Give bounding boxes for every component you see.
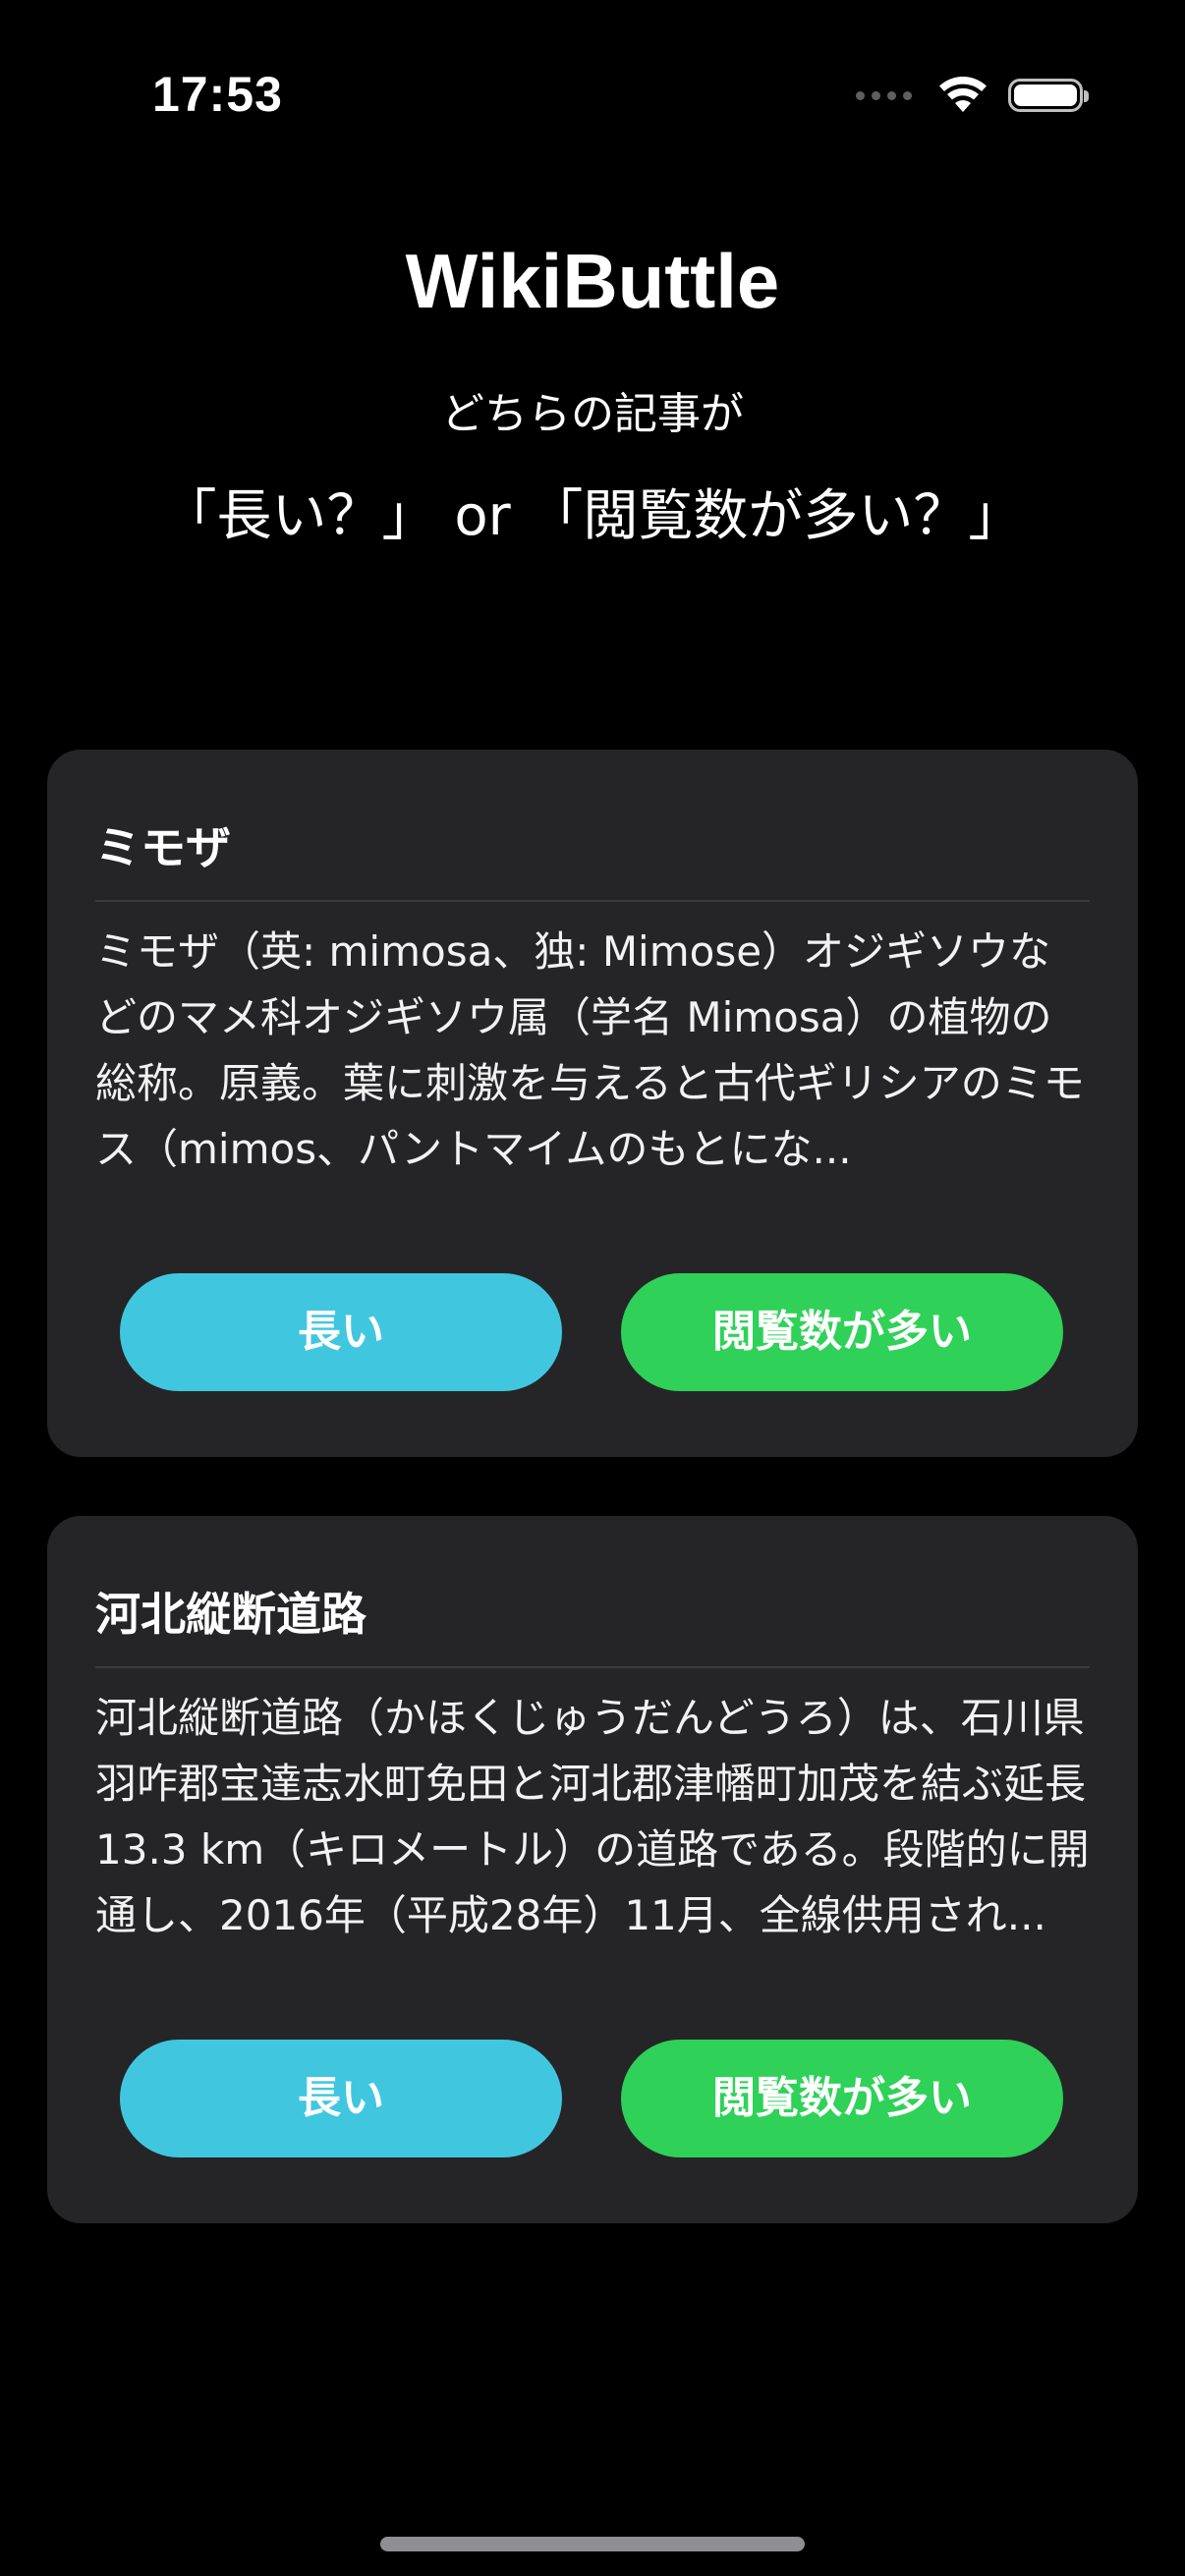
cellular-signal-icon xyxy=(856,90,912,100)
home-indicator[interactable] xyxy=(380,2537,805,2551)
battery-icon xyxy=(1008,79,1089,112)
status-icons xyxy=(856,71,1089,120)
long-button[interactable]: 長い xyxy=(120,2040,562,2157)
more-views-button[interactable]: 閲覧数が多い xyxy=(621,1273,1063,1391)
more-views-button[interactable]: 閲覧数が多い xyxy=(621,2040,1063,2157)
subtitle: どちらの記事が xyxy=(441,389,744,439)
article-title: 河北縦断道路 xyxy=(95,1588,367,1641)
app-title: WikiButtle xyxy=(405,238,780,324)
article-excerpt: 河北縦断道路（かほくじゅうだんどうろ）は、石川県羽咋郡宝達志水町免田と河北郡津幡… xyxy=(95,1694,1090,1939)
question-text: 「長い？」 or 「閲覧数が多い？」 xyxy=(161,484,1024,548)
wifi-icon xyxy=(939,77,987,112)
status-bar: 17:53 xyxy=(0,0,1185,187)
divider xyxy=(95,1666,1090,1668)
article-title: ミモザ xyxy=(95,821,231,874)
status-time: 17:53 xyxy=(152,67,283,122)
article-excerpt: ミモザ（英: mimosa、独: Mimose）オジギソウなどのマメ科オジギソウ… xyxy=(95,927,1085,1173)
article-card: 河北縦断道路 河北縦断道路（かほくじゅうだんどうろ）は、石川県羽咋郡宝達志水町免… xyxy=(47,1516,1138,2223)
article-card: ミモザ ミモザ（英: mimosa、独: Mimose）オジギソウなどのマメ科オ… xyxy=(47,750,1138,1457)
divider xyxy=(95,900,1090,902)
long-button[interactable]: 長い xyxy=(120,1273,562,1391)
